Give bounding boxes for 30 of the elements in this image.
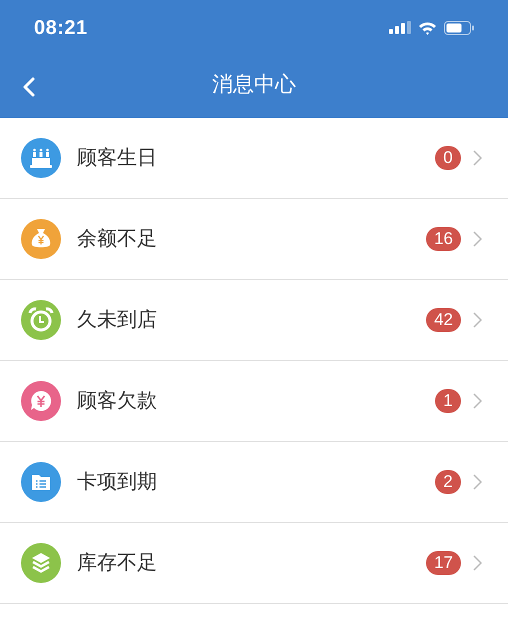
message-row[interactable]: 顾客生日 0 xyxy=(0,118,508,199)
item-label: 卡项到期 xyxy=(77,470,158,495)
chevron-right-icon xyxy=(473,555,482,571)
count-badge: 1 xyxy=(435,389,461,413)
chevron-right-icon xyxy=(473,312,482,328)
back-icon xyxy=(23,77,35,97)
count-badge: 16 xyxy=(426,227,461,251)
count-badge: 17 xyxy=(426,551,461,575)
battery-icon xyxy=(444,20,474,34)
page-title: 消息中心 xyxy=(212,72,296,98)
item-label: 余额不足 xyxy=(77,227,158,252)
status-time: 08:21 xyxy=(34,16,88,40)
wifi-icon xyxy=(418,20,437,34)
message-row[interactable]: 卡项到期 2 xyxy=(0,442,508,523)
chevron-right-icon xyxy=(473,474,482,490)
message-row[interactable]: 顾客欠款 1 xyxy=(0,361,508,442)
item-label: 久未到店 xyxy=(77,308,158,333)
message-row[interactable]: 久未到店 42 xyxy=(0,280,508,361)
count-badge: 2 xyxy=(435,470,461,494)
signal-icon xyxy=(389,21,411,34)
chevron-right-icon xyxy=(473,393,482,409)
chevron-right-icon xyxy=(473,150,482,166)
item-label: 顾客生日 xyxy=(77,146,158,171)
message-row[interactable]: 余额不足 16 xyxy=(0,199,508,280)
message-row[interactable]: 库存不足 17 xyxy=(0,523,508,604)
chevron-right-icon xyxy=(473,231,482,247)
item-label: 顾客欠款 xyxy=(77,389,158,414)
count-badge: 0 xyxy=(435,146,461,170)
count-badge: 42 xyxy=(426,308,461,332)
item-label: 库存不足 xyxy=(77,551,158,576)
